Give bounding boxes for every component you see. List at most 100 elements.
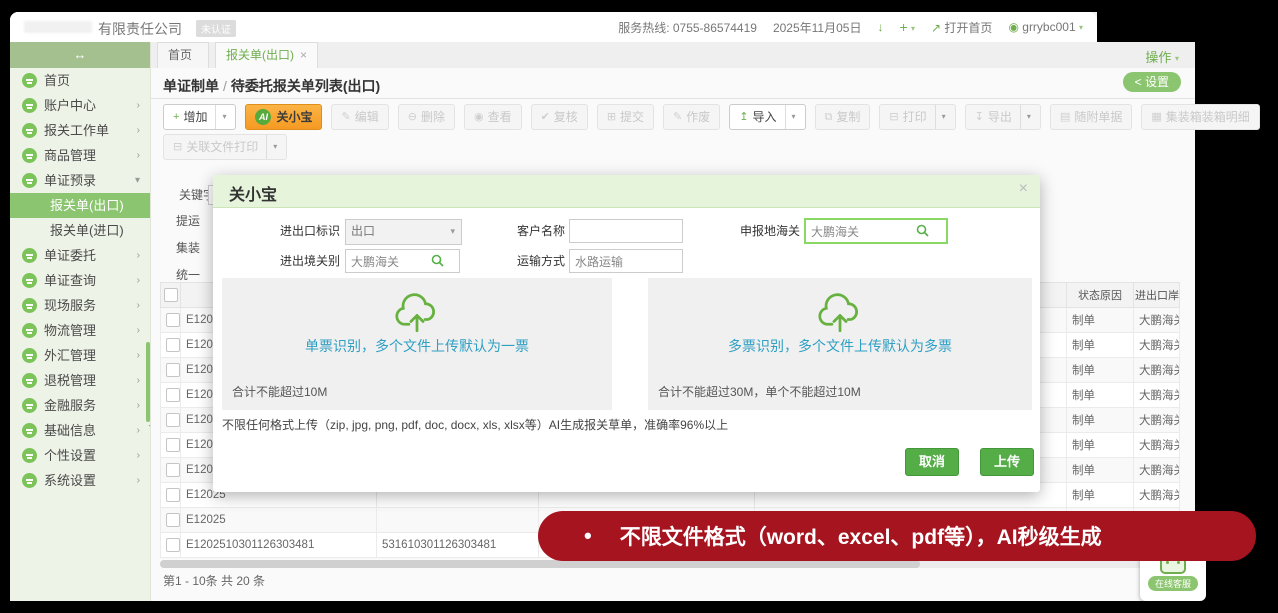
dropdown-caret-icon[interactable]: ▾ [266,135,277,159]
toolbar-button[interactable]: ◉ 查看 ▾ [464,104,522,130]
sidebar-item[interactable]: 报关单(出口) [10,193,150,218]
chevron-down-icon: ▾ [450,220,455,242]
search-icon[interactable] [916,224,929,237]
toolbar-button[interactable]: ▤ 随附单据 ▾ [1050,104,1132,130]
user-menu[interactable]: ◉ grrybc001 ▾ [1008,20,1083,34]
toolbar-button[interactable]: ⊖ 删除 ▾ [398,104,455,130]
row-checkbox[interactable] [166,338,180,352]
border-customs-label: 进出境关别 [250,249,340,273]
notification-icon[interactable]: ↓ [877,20,883,34]
close-icon[interactable]: × [1019,180,1028,198]
sidebar-item[interactable]: 单证委托 › [10,243,150,268]
toolbar-button[interactable]: ⊟ 打印 ▾ [879,104,955,130]
single-ticket-upload-area[interactable]: 单票识别，多个文件上传默认为一票 合计不能超过10M [222,278,612,410]
flag-select[interactable]: 出口 ▾ [345,219,462,245]
sidebar-item[interactable]: 退税管理 › [10,368,150,393]
row-checkbox[interactable] [166,488,180,502]
chevron-down-icon: ▾ [1079,23,1083,32]
sidebar-item[interactable]: 账户中心 › [10,93,150,118]
service-label: 在线客服 [1148,576,1198,591]
toolbar-button[interactable]: ⧉ 复制 ▾ [815,104,871,130]
toolbar-button-icon: ◉ [474,105,484,129]
row-checkbox[interactable] [166,438,180,452]
row-checkbox[interactable] [166,413,180,427]
toolbar-button[interactable]: ↧ 导出 ▾ [965,104,1041,130]
toolbar-button[interactable]: AI 关小宝 ▾ [245,104,322,130]
customer-input[interactable] [569,219,683,243]
settings-button[interactable]: < 设置 [1123,72,1181,92]
status-cell: 制单 [1067,308,1134,333]
horizontal-scrollbar[interactable] [160,560,1179,568]
toolbar-button[interactable]: ⊞ 提交 ▾ [597,104,654,130]
chevron-right-icon: › [137,118,140,143]
sidebar-item[interactable]: 物流管理 › [10,318,150,343]
sidebar-collapse-button[interactable]: ↔ [10,42,150,68]
chevron-right-icon: › [137,243,140,268]
cancel-button[interactable]: 取消 [905,448,959,476]
toolbar-button[interactable]: ✎ 作废 ▾ [663,104,720,130]
open-home-link[interactable]: ↗ 打开首页 [931,19,992,36]
sidebar-item[interactable]: 金融服务 › [10,393,150,418]
sidebar-item-label: 外汇管理 [44,343,137,368]
menu-logo-icon [22,123,37,138]
breadcrumb-separator: / [223,78,227,94]
row-checkbox[interactable] [166,513,180,527]
transport-input[interactable] [569,249,683,273]
sidebar-item[interactable]: 现场服务 › [10,293,150,318]
toolbar-button[interactable]: ⊟ 关联文件打印 ▾ [163,134,287,160]
sidebar-item[interactable]: 报关工作单 › [10,118,150,143]
toolbar-button[interactable]: ✔ 复核 ▾ [531,104,588,130]
row-checkbox[interactable] [166,363,180,377]
dropdown-caret-icon[interactable]: ▾ [785,105,796,129]
operations-menu[interactable]: 操作 ▾ [1145,47,1179,66]
toolbar-button-label: 导出 [988,105,1012,129]
promo-banner: • 不限文件格式（word、excel、pdf等），AI秒级生成 [538,511,1256,561]
tab[interactable]: 报关单(出口)× [215,42,318,68]
sidebar-item-label: 物流管理 [44,318,137,343]
menu-logo-icon [22,373,37,388]
sidebar-item[interactable]: 系统设置 › [10,468,150,493]
pagination: 第1 - 10条 共 20 条 [163,572,265,589]
select-all-checkbox[interactable] [164,288,178,302]
sidebar-item[interactable]: 基础信息 › [10,418,150,443]
sidebar-item[interactable]: 首页 [10,68,150,93]
tab-close-icon[interactable]: × [300,48,307,62]
checkbox-cell [161,533,181,558]
tab[interactable]: 首页 [157,42,209,68]
sidebar-item[interactable]: 单证查询 › [10,268,150,293]
dropdown-caret-icon[interactable]: ▾ [1020,105,1031,129]
plus-icon: + [899,19,907,35]
single-upload-limit: 合计不能超过10M [232,383,327,400]
sidebar-item[interactable]: 个性设置 › [10,443,150,468]
sidebar-item-label: 单证查询 [44,268,137,293]
toolbar-button-label: 复制 [836,105,860,129]
dropdown-caret-icon[interactable]: ▾ [935,105,946,129]
toolbar-button[interactable]: ▦ 集装箱装箱明细 ▾ [1141,104,1259,130]
toolbar-button[interactable]: + 增加 ▾ [163,104,236,130]
cloud-upload-icon [222,292,612,337]
company-badge: 未认证 [196,20,236,37]
row-checkbox[interactable] [166,388,180,402]
toolbar-button[interactable]: ✎ 编辑 ▾ [331,104,388,130]
toolbar-button[interactable]: ↥ 导入 ▾ [729,104,805,130]
chevron-right-icon: › [137,268,140,293]
multi-ticket-upload-area[interactable]: 多票识别，多个文件上传默认为多票 合计不能超过30M，单个不能超过10M [648,278,1032,410]
sidebar-item[interactable]: 单证预录 ▾ [10,168,150,193]
upload-button[interactable]: 上传 [980,448,1034,476]
sidebar-item[interactable]: 报关单(进口) [10,218,150,243]
breadcrumb-section: 单证制单 [163,78,219,94]
sidebar-item[interactable]: 外汇管理 › [10,343,150,368]
breadcrumb: 单证制单/待委托报关单列表(出口) [163,76,380,96]
row-checkbox[interactable] [166,313,180,327]
toolbar-button-label: 复核 [554,105,578,129]
scrollbar-thumb[interactable] [160,560,920,568]
sidebar-item-label: 首页 [44,68,140,93]
row-checkbox[interactable] [166,463,180,477]
promo-banner-text: 不限文件格式（word、excel、pdf等），AI秒级生成 [620,521,1102,551]
dropdown-caret-icon[interactable]: ▾ [215,105,226,129]
sidebar-item[interactable]: 商品管理 › [10,143,150,168]
search-icon[interactable] [431,254,444,267]
menu-logo-icon [22,323,37,338]
quick-add-button[interactable]: + ▾ [899,19,915,35]
row-checkbox[interactable] [166,538,180,552]
